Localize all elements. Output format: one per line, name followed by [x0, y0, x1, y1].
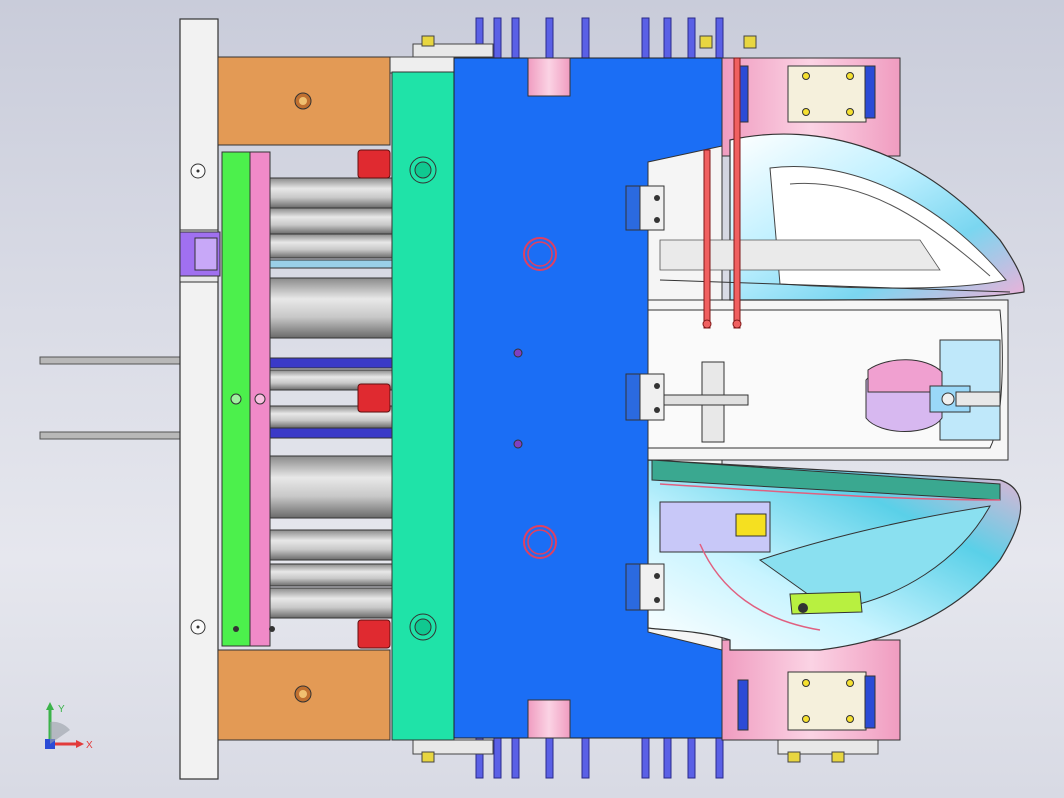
mold-assembly-view[interactable]	[0, 0, 1064, 798]
lower-part-shell[interactable]	[647, 459, 1022, 651]
cad-viewport[interactable]: Y X	[0, 0, 1064, 798]
ejector-rods	[39, 356, 181, 440]
center-insert	[647, 309, 1003, 449]
core-plate[interactable]	[391, 71, 455, 741]
axis-triad: Y X	[45, 702, 93, 751]
y-axis-label: Y	[58, 704, 65, 715]
bottom-clamp-plate[interactable]	[179, 18, 219, 780]
x-axis-label: X	[86, 740, 93, 751]
